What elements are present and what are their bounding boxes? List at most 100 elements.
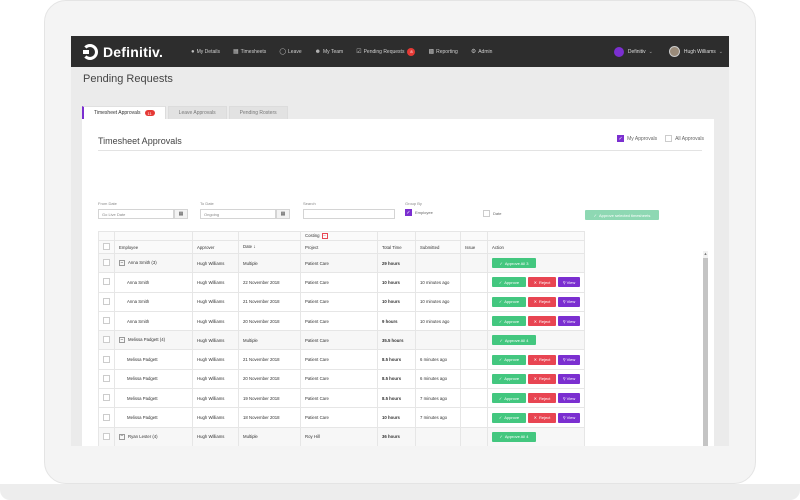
- tab-pending-rosters[interactable]: Pending Rosters: [228, 106, 288, 119]
- reject-button[interactable]: ✕ Reject: [528, 393, 556, 404]
- all-approvals-toggle[interactable]: All Approvals: [665, 135, 704, 142]
- reject-button[interactable]: ✕ Reject: [528, 277, 556, 288]
- col-employee[interactable]: Employee: [114, 240, 193, 254]
- table-group-row[interactable]: − Ryan Lester (4) Hugh Williams Multiple Roy…: [98, 426, 585, 446]
- view-button[interactable]: ⚲ View: [558, 412, 580, 423]
- to-date-calendar-button[interactable]: ▦: [276, 209, 290, 219]
- col-project[interactable]: Project: [300, 240, 378, 254]
- table-row[interactable]: Melissa Padgett Hugh Williams 20 November …: [98, 368, 585, 390]
- table-row[interactable]: Melissa Padgett Hugh Williams 18 November …: [98, 407, 585, 428]
- employee-cell: Melissa Padgett: [114, 368, 193, 390]
- approve-all-button[interactable]: ✓ Approve All 3: [492, 258, 536, 269]
- table-row[interactable]: Anna Smith Hugh Williams 20 November 2018 P…: [98, 310, 585, 332]
- col-approver[interactable]: Approver: [192, 240, 239, 254]
- user-menu[interactable]: Hugh Williams ⌄: [668, 46, 723, 57]
- issue-cell: [460, 368, 488, 390]
- date-cell: 21 November 2018: [238, 349, 301, 370]
- approve-all-button[interactable]: ✓ Approve All 4: [492, 431, 536, 442]
- view-button[interactable]: ⚲ View: [558, 316, 580, 327]
- approve-button[interactable]: ✓ Approve: [492, 373, 526, 384]
- reject-button[interactable]: ✕ Reject: [528, 316, 556, 327]
- nav-item-reporting[interactable]: ▩ Reporting: [428, 48, 457, 56]
- table-group-row[interactable]: − Melissa Padgett (4) Hugh Williams Multipl…: [98, 330, 585, 351]
- approve-all-button[interactable]: ✓ Approve All 4: [492, 335, 536, 346]
- scroll-up-icon[interactable]: ▲: [703, 251, 708, 257]
- approve-button[interactable]: ✓ Approve: [492, 296, 526, 307]
- approve-button[interactable]: ✓ Approve: [492, 393, 526, 404]
- date-cell: 20 November 2018: [238, 310, 301, 332]
- nav-item-timesheets[interactable]: ▦ Timesheets: [233, 48, 266, 56]
- row-checkbox[interactable]: [103, 432, 110, 440]
- table-row[interactable]: Anna Smith Hugh Williams 22 November 2018 P…: [98, 272, 585, 293]
- group-by-employee-option[interactable]: ✓ Employee: [405, 209, 433, 216]
- table-group-row[interactable]: − Anna Smith (3) Hugh Williams Multiple Pati…: [98, 252, 585, 274]
- scroll-thumb[interactable]: [703, 258, 708, 446]
- row-checkbox[interactable]: [103, 278, 110, 286]
- check-icon: ☑: [356, 49, 362, 55]
- table-row[interactable]: Melissa Padgett Hugh Williams 19 November …: [98, 388, 585, 409]
- row-checkbox[interactable]: [103, 336, 110, 344]
- view-button[interactable]: ⚲ View: [558, 393, 580, 404]
- select-all-checkbox[interactable]: [103, 243, 110, 250]
- reject-button[interactable]: ✕ Reject: [528, 412, 556, 423]
- action-cell: ✓ Approve ✕ Reject ⚲ View: [487, 272, 585, 293]
- search-input[interactable]: [303, 209, 395, 219]
- header-spacer: [377, 231, 416, 241]
- row-checkbox[interactable]: [103, 394, 110, 402]
- row-select-cell: [98, 388, 115, 409]
- reject-button[interactable]: ✕ Reject: [528, 373, 556, 384]
- nav-item-my-team[interactable]: ☻ My Team: [315, 49, 344, 55]
- view-button[interactable]: ⚲ View: [558, 354, 580, 365]
- row-checkbox[interactable]: [103, 374, 110, 382]
- date-cell: 22 November 2018: [238, 272, 301, 293]
- button-label: Reject: [539, 357, 551, 363]
- tab-leave-approvals[interactable]: Leave Approvals: [167, 106, 227, 119]
- row-checkbox[interactable]: [103, 317, 110, 325]
- check-icon: ✓: [498, 318, 503, 324]
- reject-button[interactable]: ✕ Reject: [528, 296, 556, 307]
- col-submitted[interactable]: Submitted: [415, 240, 461, 254]
- submitted-cell: 7 minutes ago: [415, 407, 461, 428]
- view-button[interactable]: ⚲ View: [558, 277, 580, 288]
- approve-selected-button[interactable]: ✓ Approve selected timesheets: [585, 210, 659, 220]
- approve-button[interactable]: ✓ Approve: [492, 277, 526, 288]
- row-select-cell: [98, 407, 115, 428]
- from-date-calendar-button[interactable]: ▦: [174, 209, 188, 219]
- view-button[interactable]: ⚲ View: [558, 373, 580, 384]
- approve-button[interactable]: ✓ Approve: [492, 354, 526, 365]
- project-cell: Roy Hill: [300, 426, 378, 446]
- collapse-group-icon[interactable]: −: [119, 260, 125, 267]
- col-date[interactable]: Date ↓: [238, 240, 301, 254]
- row-checkbox[interactable]: [103, 355, 110, 363]
- my-approvals-toggle[interactable]: ✓ My Approvals: [617, 135, 657, 142]
- brand-logo[interactable]: Definitiv.: [82, 42, 163, 62]
- org-switcher[interactable]: Definitiv ⌄: [613, 46, 653, 57]
- nav-item-pending-requests[interactable]: ☑ Pending Requests 8: [356, 47, 416, 56]
- col-total-time[interactable]: Total Time: [377, 240, 416, 254]
- reject-button[interactable]: ✕ Reject: [528, 354, 556, 365]
- row-checkbox[interactable]: [103, 259, 110, 267]
- nav-item-my-details[interactable]: ● My Details: [191, 49, 220, 55]
- approve-button[interactable]: ✓ Approve: [492, 316, 526, 327]
- button-label: Reject: [539, 395, 551, 401]
- collapse-group-icon[interactable]: −: [119, 433, 125, 440]
- nav-right: Definitiv ⌄ Hugh Williams ⌄: [604, 36, 729, 67]
- chevron-down-icon: ⌄: [718, 48, 723, 55]
- collapse-group-icon[interactable]: −: [119, 337, 125, 344]
- row-checkbox[interactable]: [103, 413, 110, 421]
- from-date-input[interactable]: Go Live Date: [98, 209, 174, 219]
- to-date-input[interactable]: Ongoing: [200, 209, 276, 219]
- nav-item-leave[interactable]: ◯ Leave: [279, 48, 301, 56]
- approve-button[interactable]: ✓ Approve: [492, 412, 526, 423]
- table-scrollbar[interactable]: ▲: [703, 251, 708, 446]
- table-row[interactable]: Anna Smith Hugh Williams 21 November 2018 P…: [98, 291, 585, 312]
- group-by-date-option[interactable]: Date: [483, 210, 501, 217]
- costing-header[interactable]: Costing −: [300, 231, 378, 241]
- table-row[interactable]: Melissa Padgett Hugh Williams 21 November …: [98, 349, 585, 370]
- view-button[interactable]: ⚲ View: [558, 296, 580, 307]
- row-checkbox[interactable]: [103, 297, 110, 305]
- tab-timesheet-approvals[interactable]: Timesheet Approvals 11: [82, 106, 166, 119]
- button-label: Approve: [504, 357, 520, 363]
- nav-item-admin[interactable]: ⚙ Admin: [471, 48, 493, 56]
- col-issue[interactable]: Issue: [460, 240, 488, 254]
